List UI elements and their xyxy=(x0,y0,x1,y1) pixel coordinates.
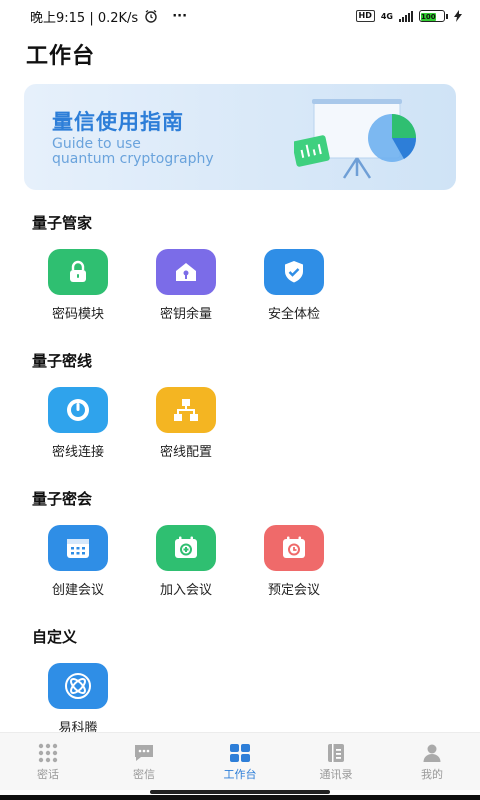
create-meeting-button[interactable]: 创建会议 xyxy=(28,525,128,598)
alarm-icon xyxy=(145,9,157,23)
nav-item-call[interactable]: 密话 xyxy=(0,733,96,790)
section-title-quantum-butler: 量子管家 xyxy=(32,214,93,232)
message-icon xyxy=(135,745,153,761)
section-title-quantum-meeting: 量子密会 xyxy=(32,490,93,508)
nav-label: 通讯录 xyxy=(319,768,353,781)
calendar-add-icon xyxy=(175,536,197,558)
connect-icon xyxy=(67,399,89,421)
calendar-clock-icon xyxy=(283,536,305,558)
network-icon xyxy=(174,399,198,421)
nav-item-contacts[interactable]: 通讯录 xyxy=(288,733,384,790)
lock-icon xyxy=(70,260,86,282)
tile xyxy=(264,249,324,295)
status-bar: 晚上9:15 | 0.2K/s ··· HD 4G 100 xyxy=(0,0,480,32)
tile xyxy=(156,387,216,433)
banner-title: 量信使用指南 xyxy=(52,110,184,134)
nav-label: 工作台 xyxy=(223,768,257,781)
line-config-button[interactable]: 密线配置 xyxy=(136,387,236,460)
signal-icon xyxy=(399,10,413,22)
atom-icon xyxy=(65,673,91,699)
charging-icon xyxy=(454,10,462,22)
network-type: 4G xyxy=(380,11,393,21)
hd-badge: HD xyxy=(355,10,375,22)
item-label: 安全体检 xyxy=(267,307,320,322)
section-title-custom: 自定义 xyxy=(32,628,78,646)
nav-label: 密信 xyxy=(133,768,155,781)
tile xyxy=(48,525,108,571)
screen-bottom-edge xyxy=(0,795,480,800)
guide-banner[interactable]: 量信使用指南 Guide to use quantum cryptography xyxy=(24,84,456,190)
status-time: 晚上9:15 | 0.2K/s xyxy=(30,10,139,26)
key-house-icon xyxy=(176,263,196,281)
yikerteng-button[interactable]: 易科腾 xyxy=(28,663,128,736)
person-icon xyxy=(423,744,441,762)
nav-item-workbench[interactable]: 工作台 xyxy=(192,733,288,790)
dialpad-icon xyxy=(38,743,58,763)
home-indicator xyxy=(150,790,330,794)
more-indicator: ··· xyxy=(172,8,188,24)
section-title-quantum-line: 量子密线 xyxy=(32,352,93,370)
contacts-icon xyxy=(328,744,344,762)
banner-subtitle: Guide to use quantum cryptography xyxy=(52,136,214,167)
line-connect-button[interactable]: 密线连接 xyxy=(28,387,128,460)
item-label: 预定会议 xyxy=(267,583,320,598)
calendar-icon xyxy=(67,539,89,558)
item-label: 密线配置 xyxy=(159,445,212,460)
security-check-button[interactable]: 安全体检 xyxy=(244,249,344,322)
nav-label: 我的 xyxy=(421,768,443,781)
item-label: 创建会议 xyxy=(51,583,104,598)
key-balance-button[interactable]: 密钥余量 xyxy=(136,249,236,322)
tile xyxy=(48,249,108,295)
page-title: 工作台 xyxy=(26,44,96,69)
tile xyxy=(48,387,108,433)
shield-check-icon xyxy=(285,261,303,283)
tile xyxy=(156,249,216,295)
battery-icon: 100 xyxy=(419,10,448,22)
schedule-meeting-button[interactable]: 预定会议 xyxy=(244,525,344,598)
tile xyxy=(264,525,324,571)
item-label: 加入会议 xyxy=(159,583,212,598)
tile xyxy=(48,663,108,709)
tile xyxy=(156,525,216,571)
nav-label: 密话 xyxy=(37,768,59,781)
nav-item-me[interactable]: 我的 xyxy=(384,733,480,790)
presentation-illustration-icon xyxy=(294,99,417,179)
join-meeting-button[interactable]: 加入会议 xyxy=(136,525,236,598)
item-label: 密码模块 xyxy=(51,307,104,322)
bottom-nav: 密话 密信 工作台 通讯录 我的 xyxy=(0,732,480,790)
item-label: 密钥余量 xyxy=(159,307,212,322)
nav-item-message[interactable]: 密信 xyxy=(96,733,192,790)
grid-icon xyxy=(230,744,250,762)
crypto-module-button[interactable]: 密码模块 xyxy=(28,249,128,322)
battery-level: 100 xyxy=(421,13,436,21)
item-label: 密线连接 xyxy=(51,445,104,460)
